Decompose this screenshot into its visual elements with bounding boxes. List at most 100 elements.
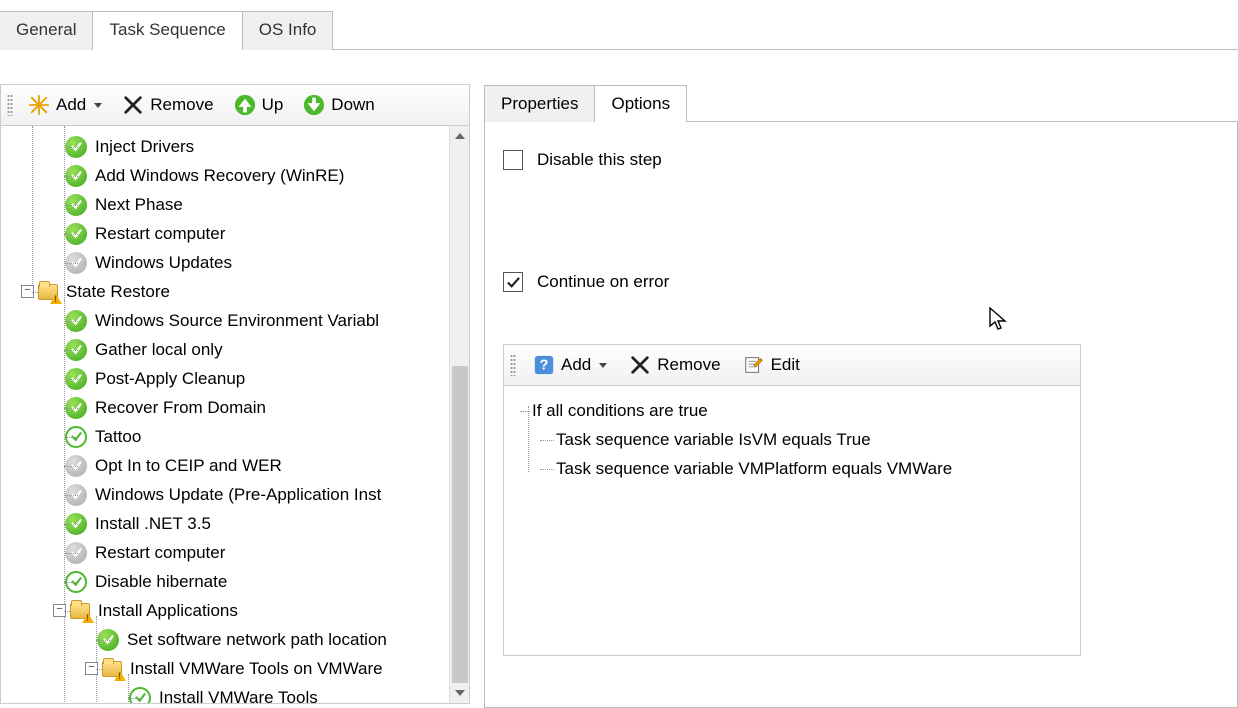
ts-toolbar: Add Remove Up xyxy=(0,84,470,126)
tree-item[interactable]: Restart computer xyxy=(1,219,449,248)
tree-folder-state-restore[interactable]: − State Restore xyxy=(1,277,449,306)
status-check-icon xyxy=(129,687,151,704)
tab-options-label: Options xyxy=(611,94,670,113)
up-button[interactable]: Up xyxy=(225,89,293,121)
cond-add-label: Add xyxy=(561,355,591,375)
cond-remove-button[interactable]: Remove xyxy=(620,349,729,381)
condition-label: If all conditions are true xyxy=(532,401,708,421)
arrow-down-icon xyxy=(303,94,325,116)
folder-warn-icon xyxy=(38,284,58,300)
tree-item[interactable]: Windows Source Environment Variabl xyxy=(1,306,449,335)
tab-properties[interactable]: Properties xyxy=(484,85,595,122)
dropdown-caret-icon xyxy=(94,103,102,108)
tree-label: Disable hibernate xyxy=(91,572,227,592)
condition-label: Task sequence variable IsVM equals True xyxy=(556,430,871,450)
cond-add-button[interactable]: ? Add xyxy=(524,349,616,381)
tree-item[interactable]: Restart computer xyxy=(1,538,449,567)
tree-label: Install VMWare Tools on VMWare xyxy=(126,659,383,679)
tree-item[interactable]: Recover From Domain xyxy=(1,393,449,422)
tree-label: Recover From Domain xyxy=(91,398,266,418)
up-label: Up xyxy=(262,95,284,115)
tab-os-info[interactable]: OS Info xyxy=(242,11,334,50)
star-add-icon xyxy=(28,94,50,116)
cond-edit-label: Edit xyxy=(771,355,800,375)
dropdown-caret-icon xyxy=(599,363,607,368)
step-tabs: Properties Options xyxy=(484,84,1238,122)
tree-item[interactable]: Add Windows Recovery (WinRE) xyxy=(1,161,449,190)
toolbar-grip-icon xyxy=(510,354,516,376)
help-add-icon: ? xyxy=(533,354,555,376)
tree-label: Restart computer xyxy=(91,543,225,563)
tree-item[interactable]: Install VMWare Tools xyxy=(1,683,449,703)
edit-properties-icon xyxy=(743,354,765,376)
tree-item[interactable]: Windows Update (Pre-Application Inst xyxy=(1,480,449,509)
tab-os-info-label: OS Info xyxy=(259,20,317,39)
tree-label: State Restore xyxy=(62,282,170,302)
cond-remove-label: Remove xyxy=(657,355,720,375)
add-button[interactable]: Add xyxy=(19,89,111,121)
arrow-up-icon xyxy=(234,94,256,116)
remove-button[interactable]: Remove xyxy=(113,89,222,121)
tree-item[interactable]: Windows Updates xyxy=(1,248,449,277)
tree-item[interactable]: Opt In to CEIP and WER xyxy=(1,451,449,480)
add-label: Add xyxy=(56,95,86,115)
disable-step-label: Disable this step xyxy=(537,150,662,170)
scroll-up-icon[interactable] xyxy=(450,126,469,146)
condition-item[interactable]: Task sequence variable VMPlatform equals… xyxy=(516,454,1068,483)
tree-label: Windows Source Environment Variabl xyxy=(91,311,379,331)
tree-label: Gather local only xyxy=(91,340,223,360)
mouse-cursor-icon xyxy=(988,306,1008,332)
toolbar-grip-icon xyxy=(7,94,13,116)
cond-edit-button[interactable]: Edit xyxy=(734,349,809,381)
x-remove-icon xyxy=(629,354,651,376)
folder-warn-icon xyxy=(70,603,90,619)
tree-folder-vmware[interactable]: − Install VMWare Tools on VMWare xyxy=(1,654,449,683)
tree-label: Opt In to CEIP and WER xyxy=(91,456,282,476)
tree-scrollbar[interactable] xyxy=(449,126,469,703)
tree-item[interactable]: Disable hibernate xyxy=(1,567,449,596)
tree-label: Set software network path location xyxy=(123,630,387,650)
tree-item[interactable]: Inject Drivers xyxy=(1,132,449,161)
x-remove-icon xyxy=(122,94,144,116)
tree-item[interactable]: Install .NET 3.5 xyxy=(1,509,449,538)
remove-label: Remove xyxy=(150,95,213,115)
disable-step-checkbox[interactable] xyxy=(503,150,523,170)
tree-label: Install Applications xyxy=(94,601,238,621)
tab-general-label: General xyxy=(16,20,76,39)
conditions-toolbar: ? Add Remove xyxy=(503,344,1081,386)
tree-label: Inject Drivers xyxy=(91,137,194,157)
top-tabs: General Task Sequence OS Info xyxy=(0,0,1238,50)
continue-on-error-label: Continue on error xyxy=(537,272,669,292)
condition-label: Task sequence variable VMPlatform equals… xyxy=(556,459,952,479)
tree-label: Install .NET 3.5 xyxy=(91,514,211,534)
scroll-thumb[interactable] xyxy=(452,366,468,696)
tree-item[interactable]: Next Phase xyxy=(1,190,449,219)
tree-label: Windows Update (Pre-Application Inst xyxy=(91,485,381,505)
folder-warn-icon xyxy=(102,661,122,677)
down-button[interactable]: Down xyxy=(294,89,383,121)
condition-root[interactable]: If all conditions are true xyxy=(516,396,1068,425)
tree-item[interactable]: Gather local only xyxy=(1,335,449,364)
scroll-down-icon[interactable] xyxy=(450,683,469,703)
tree-folder-install-apps[interactable]: − Install Applications xyxy=(1,596,449,625)
condition-item[interactable]: Task sequence variable IsVM equals True xyxy=(516,425,1068,454)
tab-properties-label: Properties xyxy=(501,94,578,113)
conditions-tree: If all conditions are true Task sequence… xyxy=(503,386,1081,656)
tree-item[interactable]: Tattoo xyxy=(1,422,449,451)
tab-task-sequence-label: Task Sequence xyxy=(109,20,225,39)
tree-label: Restart computer xyxy=(91,224,225,244)
tab-task-sequence[interactable]: Task Sequence xyxy=(92,11,242,50)
continue-on-error-checkbox[interactable] xyxy=(503,272,523,292)
tree-label: Windows Updates xyxy=(91,253,232,273)
down-label: Down xyxy=(331,95,374,115)
tree-label: Add Windows Recovery (WinRE) xyxy=(91,166,344,186)
tab-options[interactable]: Options xyxy=(594,85,687,122)
tree-label: Install VMWare Tools xyxy=(155,688,318,704)
tree-label: Next Phase xyxy=(91,195,183,215)
tree-label: Tattoo xyxy=(91,427,141,447)
tree-label: Post-Apply Cleanup xyxy=(91,369,245,389)
tab-general[interactable]: General xyxy=(0,11,93,50)
options-panel: Disable this step Continue on error ? xyxy=(484,122,1238,708)
tree-item[interactable]: Set software network path location xyxy=(1,625,449,654)
tree-item[interactable]: Post-Apply Cleanup xyxy=(1,364,449,393)
